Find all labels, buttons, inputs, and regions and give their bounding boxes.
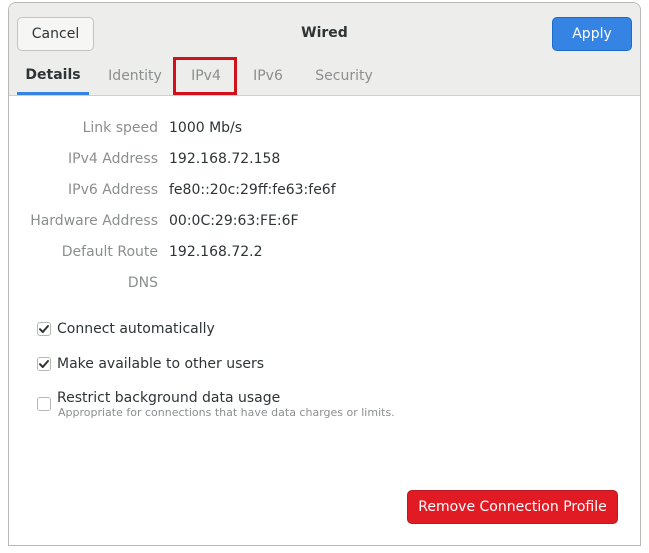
tab-ipv4[interactable]: IPv4 [176, 57, 236, 95]
detail-row-dns: DNS [9, 275, 409, 295]
connect-automatically-checkbox[interactable] [37, 322, 51, 336]
apply-button[interactable]: Apply [552, 17, 632, 51]
checkmark-icon [39, 325, 49, 333]
hardware-address-value: 00:0C:29:63:FE:6F [169, 213, 299, 229]
hardware-address-label: Hardware Address [30, 213, 158, 229]
ipv6-address-value: fe80::20c:29ff:fe63:fe6f [169, 182, 336, 198]
detail-row-link-speed: Link speed 1000 Mb/s [9, 120, 409, 140]
ipv4-address-label: IPv4 Address [68, 151, 158, 167]
tab-security[interactable]: Security [305, 57, 383, 95]
ipv4-address-value: 192.168.72.158 [169, 151, 281, 167]
link-speed-value: 1000 Mb/s [169, 120, 243, 136]
connect-automatically-label: Connect automatically [57, 321, 215, 337]
link-speed-label: Link speed [82, 120, 158, 136]
tab-ipv6[interactable]: IPv6 [241, 57, 295, 95]
available-to-others-checkbox[interactable] [37, 357, 51, 371]
detail-row-hardware-address: Hardware Address 00:0C:29:63:FE:6F [9, 213, 409, 233]
header-bar: Cancel Wired Apply [9, 3, 640, 57]
available-to-others-label: Make available to other users [57, 356, 265, 372]
dns-label: DNS [127, 275, 158, 291]
default-route-label: Default Route [61, 244, 158, 260]
detail-row-default-route: Default Route 192.168.72.2 [9, 244, 409, 264]
available-to-others-option[interactable]: Make available to other users [37, 354, 264, 374]
wired-settings-dialog: Cancel Wired Apply Details Identity IPv4… [8, 2, 641, 546]
remove-connection-profile-button[interactable]: Remove Connection Profile [407, 490, 618, 524]
restrict-background-checkbox[interactable] [37, 397, 51, 411]
restrict-background-label: Restrict background data usage [57, 390, 281, 406]
detail-row-ipv4-address: IPv4 Address 192.168.72.158 [9, 151, 409, 171]
connect-automatically-option[interactable]: Connect automatically [37, 319, 215, 339]
tab-identity[interactable]: Identity [99, 57, 171, 95]
dialog-title: Wired [301, 25, 348, 41]
default-route-value: 192.168.72.2 [169, 244, 263, 260]
tab-details[interactable]: Details [17, 57, 89, 95]
ipv6-address-label: IPv6 Address [68, 182, 158, 198]
detail-row-ipv6-address: IPv6 Address fe80::20c:29ff:fe63:fe6f [9, 182, 409, 202]
tab-bar: Details Identity IPv4 IPv6 Security [9, 57, 640, 96]
checkmark-icon [39, 360, 49, 368]
restrict-background-sublabel: Appropriate for connections that have da… [58, 406, 395, 419]
